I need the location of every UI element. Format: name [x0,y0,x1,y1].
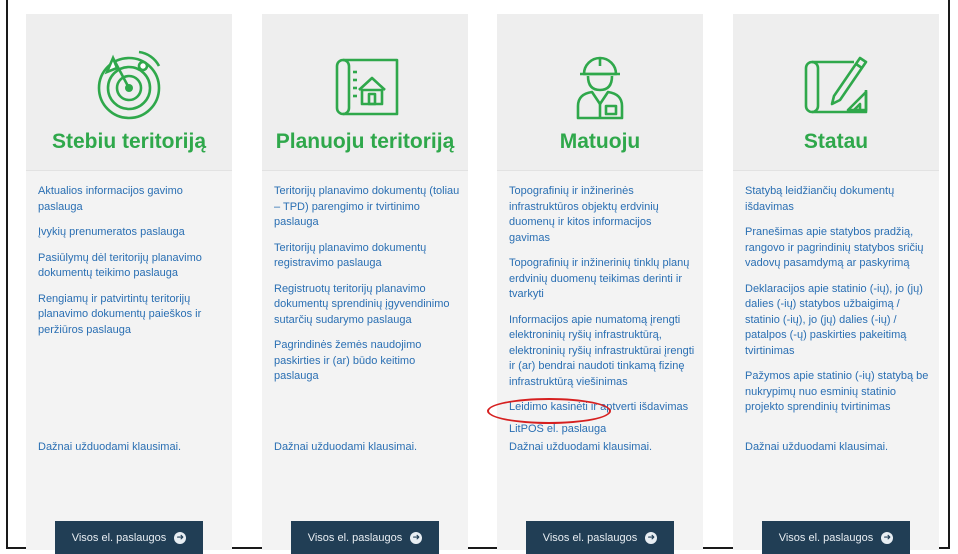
service-link[interactable]: Pasiūlymų dėl teritorijų planavimo dokum… [38,251,224,282]
card-header: Statau [733,14,939,171]
arrow-right-icon: ➜ [645,531,658,544]
service-link[interactable]: Įvykių prenumeratos paslauga [38,225,224,241]
link-list: Teritorijų planavimo dokumentų (toliau –… [274,184,460,395]
button-label: Visos el. paslaugos [542,531,638,544]
faq-link[interactable]: Dažnai užduodami klausimai. [274,441,417,453]
link-list: Statybą leidžiančių dokumentų išdavimas … [745,184,931,426]
card-statau: Statau Statybą leidžiančių dokumentų išd… [733,14,939,554]
all-services-button[interactable]: Visos el. paslaugos ➜ [291,521,439,554]
card-matuoju: Matuoju Topografinių ir inžinerinės infr… [497,14,703,554]
service-link[interactable]: Statybą leidžiančių dokumentų išdavimas [745,184,931,215]
card-header: Matuoju [497,14,703,171]
card-title: Stebiu teritoriją [51,130,207,153]
litpos-link[interactable]: LitPOS el. paslauga [509,422,695,438]
service-link[interactable]: Teritorijų planavimo dokumentų registrav… [274,241,460,272]
button-label: Visos el. paslaugos [71,531,167,544]
faq-link[interactable]: Dažnai užduodami klausimai. [745,441,888,453]
service-link[interactable]: Deklaracijos apie statinio (-ių), jo (jų… [745,282,931,360]
service-link[interactable]: Pagrindinės žemės naudojimo paskirties i… [274,338,460,385]
all-services-button[interactable]: Visos el. paslaugos ➜ [526,521,674,554]
service-link[interactable]: Aktualios informacijos gavimo paslauga [38,184,224,215]
arrow-right-icon: ➜ [881,531,894,544]
blueprint-pencil-icon [804,56,868,114]
faq-link[interactable]: Dažnai užduodami klausimai. [509,441,652,453]
service-link[interactable]: Teritorijų planavimo dokumentų (toliau –… [274,184,460,231]
radar-target-icon [97,50,161,120]
card-title: Planuoju teritoriją [275,130,455,153]
card-header: Stebiu teritoriją [26,14,232,171]
all-services-button[interactable]: Visos el. paslaugos ➜ [762,521,910,554]
arrow-right-icon: ➜ [410,531,423,544]
card-title: Matuoju [559,130,641,153]
button-label: Visos el. paslaugos [307,531,403,544]
faq-link[interactable]: Dažnai užduodami klausimai. [38,441,181,453]
house-blueprint-icon [335,58,399,116]
link-list: Topografinių ir inžinerinės infrastruktū… [509,184,695,443]
service-link[interactable]: Pranešimas apie statybos pradžią, rangov… [745,225,931,272]
service-link[interactable]: Rengiamų ir patvirtintų teritorijų plana… [38,292,224,339]
all-services-button[interactable]: Visos el. paslaugos ➜ [55,521,203,554]
link-list: Aktualios informacijos gavimo paslauga Į… [38,184,224,348]
card-title: Statau [803,130,869,153]
engineer-worker-icon [576,56,624,120]
button-label: Visos el. paslaugos [778,531,874,544]
service-link[interactable]: Registruotų teritorijų planavimo dokumen… [274,282,460,329]
service-link[interactable]: Informacijos apie numatomą įrengti elekt… [509,313,695,391]
card-header: Planuoju teritoriją [262,14,468,171]
arrow-right-icon: ➜ [174,531,187,544]
service-link[interactable]: Leidimo kasinėti ir aptverti išdavimas [509,400,695,416]
service-link[interactable]: Topografinių ir inžinerinių tinklų planų… [509,256,695,303]
service-link[interactable]: Pažymos apie statinio (-ių) statybą be n… [745,369,931,416]
card-planuoju: Planuoju teritoriją Teritorijų planavimo… [262,14,468,554]
service-link[interactable]: Topografinių ir inžinerinės infrastruktū… [509,184,695,246]
card-stebiu: Stebiu teritoriją Aktualios informacijos… [26,14,232,554]
